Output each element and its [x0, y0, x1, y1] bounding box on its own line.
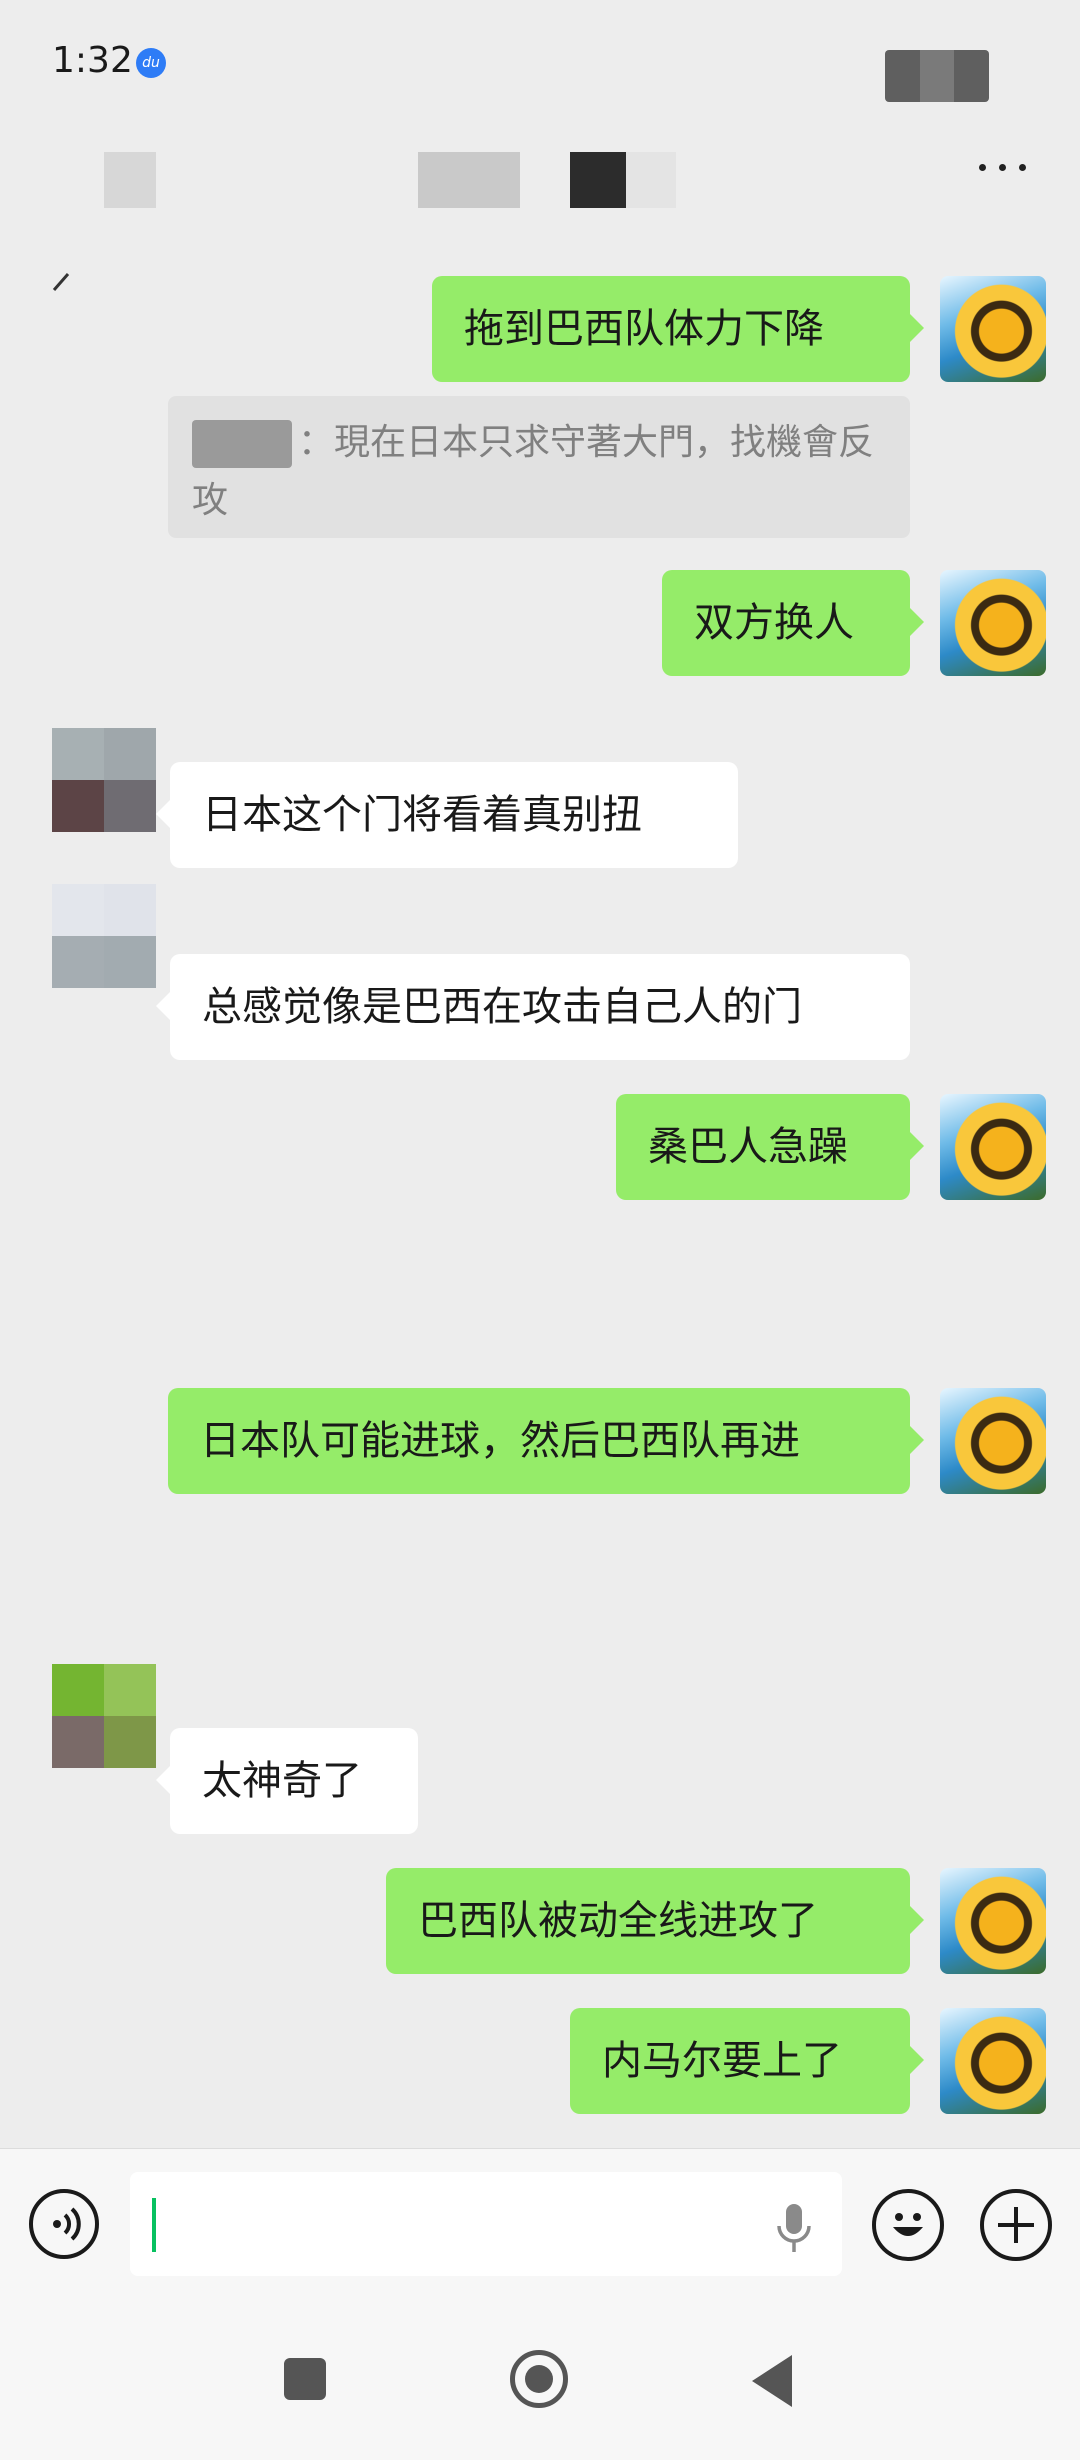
- plus-icon: [998, 2207, 1034, 2243]
- message-bubble-self[interactable]: 日本队可能进球，然后巴西队再进: [168, 1388, 924, 1494]
- message-bubble-other[interactable]: 太神奇了: [156, 1728, 418, 1834]
- chat-header: [0, 130, 1080, 291]
- chat-title-redacted: [626, 152, 676, 208]
- back-button[interactable]: [752, 2355, 792, 2407]
- status-time: 1:32: [52, 40, 133, 81]
- quoted-sender-redacted: [192, 420, 292, 468]
- message-text: 太神奇了: [202, 1758, 362, 1804]
- status-indicators-redacted: [885, 50, 989, 102]
- more-icon[interactable]: [975, 156, 1031, 180]
- message-text: 内马尔要上了: [602, 2038, 842, 2084]
- message-bubble-self[interactable]: 巴西队被动全线进攻了: [386, 1868, 924, 1974]
- contact-avatar-pixelated[interactable]: [52, 884, 156, 988]
- message-bubble-other[interactable]: 总感觉像是巴西在攻击自己人的门: [156, 954, 910, 1060]
- voice-toggle-button[interactable]: [29, 2189, 99, 2259]
- status-bar: 1:32 du: [0, 0, 1080, 130]
- emoji-button[interactable]: [872, 2189, 944, 2261]
- quoted-text: ：現在日本只求守著大門，找機會反攻: [192, 422, 875, 521]
- message-text: 巴西队被动全线进攻了: [418, 1898, 818, 1944]
- message-text: 日本这个门将看着真别扭: [202, 792, 642, 838]
- text-caret: [152, 2198, 156, 2252]
- chat-title-redacted: [104, 152, 156, 208]
- message-text: 桑巴人急躁: [648, 1124, 848, 1170]
- mic-icon[interactable]: [774, 2200, 814, 2256]
- quoted-message[interactable]: ：現在日本只求守著大門，找機會反攻: [168, 396, 910, 538]
- message-bubble-self[interactable]: 内马尔要上了: [570, 2008, 924, 2114]
- self-avatar-sunflower[interactable]: [940, 1094, 1046, 1200]
- recent-apps-button[interactable]: [284, 2358, 326, 2400]
- home-button[interactable]: [510, 2350, 568, 2408]
- message-input[interactable]: [130, 2172, 842, 2276]
- chat-title-redacted: [418, 152, 520, 208]
- baidu-badge-text: du: [142, 55, 160, 71]
- more-functions-button[interactable]: [980, 2189, 1052, 2261]
- message-text: 拖到巴西队体力下降: [464, 306, 824, 352]
- voice-icon: [53, 2207, 81, 2241]
- message-bubble-other[interactable]: 日本这个门将看着真别扭: [156, 762, 738, 868]
- self-avatar-sunflower[interactable]: [940, 1388, 1046, 1494]
- message-bubble-self[interactable]: 双方换人: [662, 570, 924, 676]
- baidu-app-icon: du: [136, 48, 166, 78]
- message-bubble-self[interactable]: 桑巴人急躁: [616, 1094, 924, 1200]
- message-text: 总感觉像是巴西在攻击自己人的门: [202, 984, 802, 1030]
- message-text: 双方换人: [694, 600, 854, 646]
- chat-title-redacted: [570, 152, 626, 208]
- contact-avatar-pixelated[interactable]: [52, 728, 156, 832]
- message-text: 日本队可能进球，然后巴西队再进: [200, 1418, 800, 1464]
- self-avatar-sunflower[interactable]: [940, 1868, 1046, 1974]
- message-bubble-self[interactable]: 拖到巴西队体力下降: [432, 276, 924, 382]
- self-avatar-sunflower[interactable]: [940, 2008, 1046, 2114]
- contact-avatar-pixelated[interactable]: [52, 1664, 156, 1768]
- self-avatar-sunflower[interactable]: [940, 276, 1046, 382]
- self-avatar-sunflower[interactable]: [940, 570, 1046, 676]
- back-icon[interactable]: [50, 272, 72, 294]
- emoji-icon: [893, 2213, 923, 2236]
